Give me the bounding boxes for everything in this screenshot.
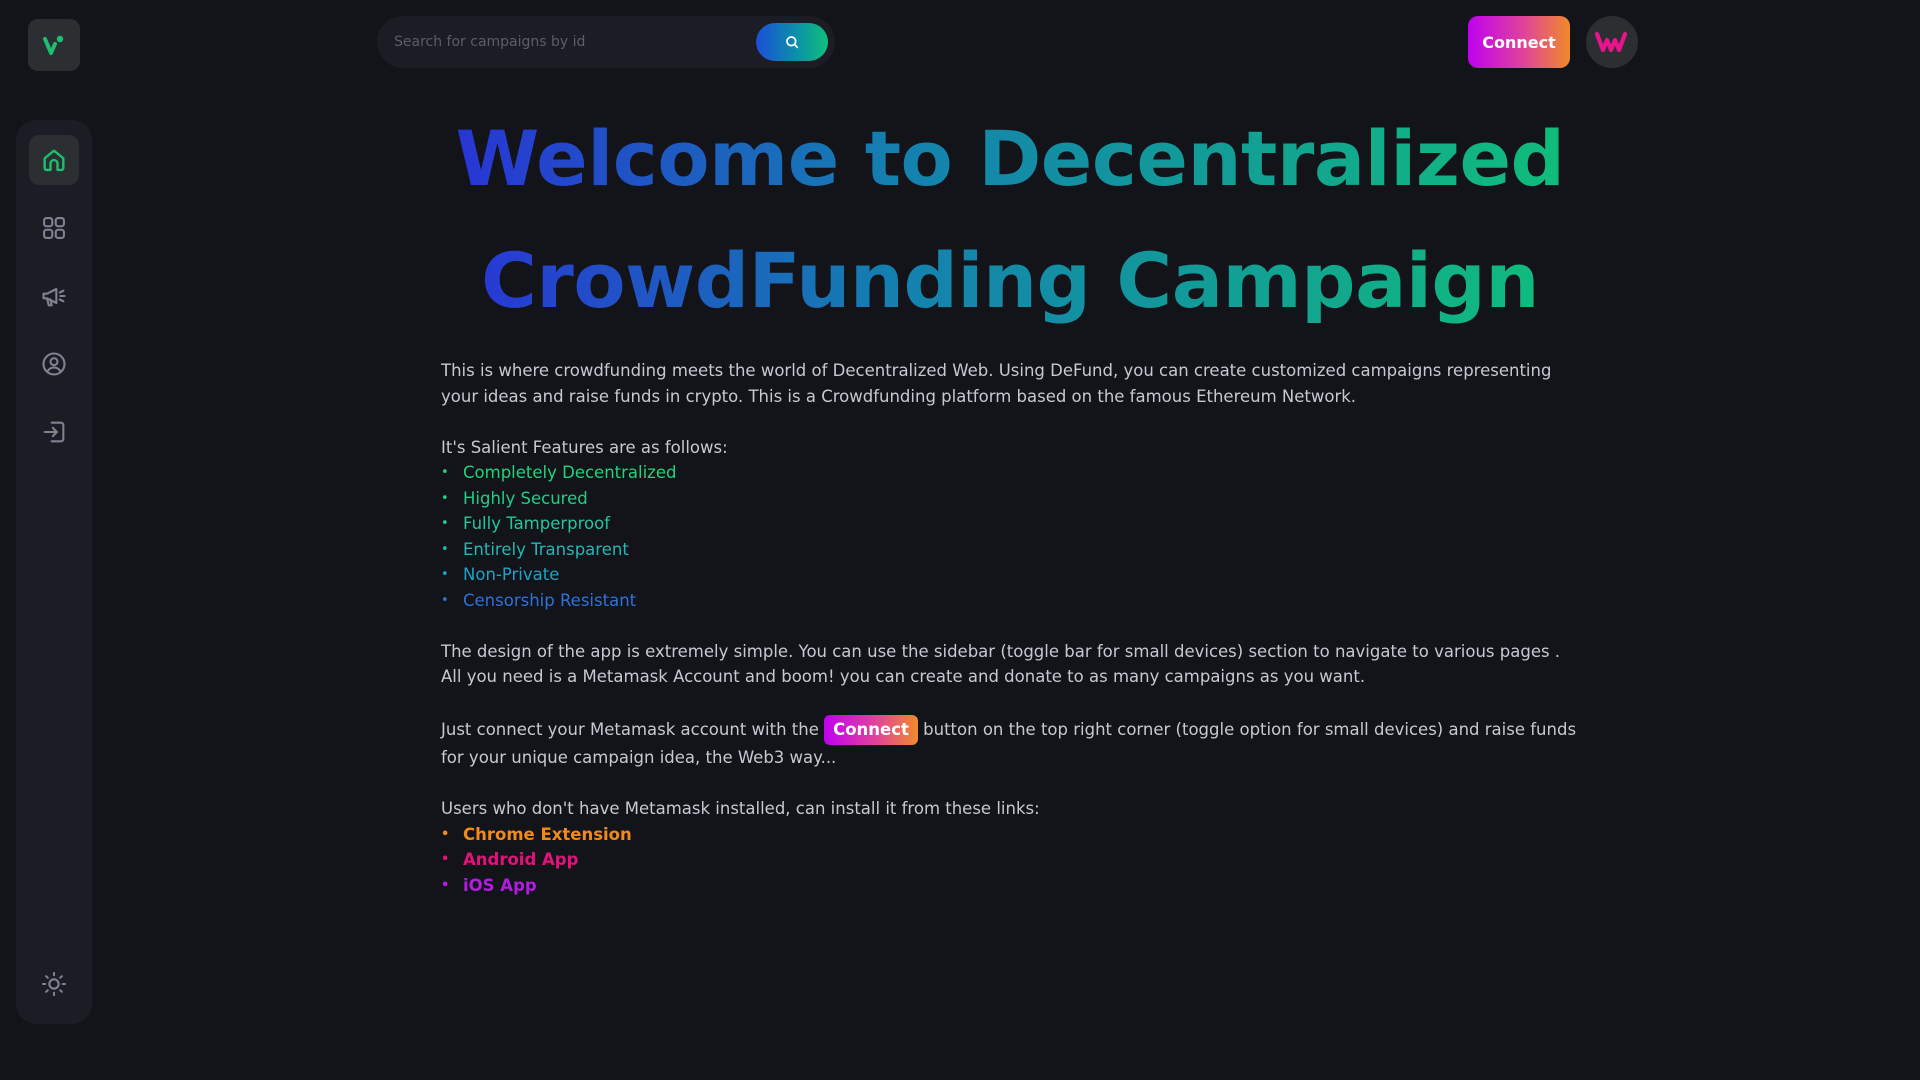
features-heading: It's Salient Features are as follows: [441, 437, 728, 457]
main-content: This is where crowdfunding meets the wor… [441, 358, 1581, 898]
grid-icon [43, 217, 65, 239]
connect-paragraph: Just connect your Metamask account with … [441, 715, 1581, 771]
install-links-list: Chrome Extension Android App iOS App [441, 822, 1581, 899]
search-icon [786, 36, 799, 49]
ios-app-link[interactable]: iOS App [441, 873, 1581, 899]
megaphone-icon [42, 287, 66, 307]
design-paragraph: The design of the app is extremely simpl… [441, 641, 1561, 687]
android-app-link[interactable]: Android App [441, 847, 1581, 873]
feature-item: Entirely Transparent [441, 537, 1581, 563]
sidebar-item-profile[interactable] [29, 339, 79, 389]
search-button[interactable] [756, 23, 828, 61]
page-title-line-2: CrowdFunding Campaign [481, 236, 1539, 325]
chrome-extension-link[interactable]: Chrome Extension [441, 822, 1581, 848]
connect-text-before: Just connect your Metamask account with … [441, 720, 819, 739]
home-icon [43, 149, 65, 172]
page-title-line-1: Welcome to Decentralized [455, 114, 1565, 203]
sun-icon [41, 971, 67, 997]
avatar[interactable] [1586, 16, 1638, 68]
logout-icon [43, 421, 65, 443]
feature-item: Highly Secured [441, 486, 1581, 512]
search-input[interactable] [377, 16, 756, 68]
page-title: Welcome to Decentralized CrowdFunding Ca… [420, 98, 1600, 342]
install-heading: Users who don't have Metamask installed,… [441, 799, 1040, 818]
sidebar-item-campaigns[interactable] [29, 203, 79, 253]
sidebar-item-create-campaign[interactable] [29, 271, 79, 321]
sidebar-item-logout[interactable] [29, 407, 79, 457]
connect-button[interactable]: Connect [1468, 16, 1570, 68]
sidebar-item-dashboard[interactable] [29, 135, 79, 185]
inline-connect-badge: Connect [824, 715, 918, 745]
theme-toggle-button[interactable] [29, 959, 79, 1009]
features-list: Completely Decentralized Highly Secured … [441, 460, 1581, 613]
logo-icon [43, 35, 64, 55]
feature-item: Completely Decentralized [441, 460, 1581, 486]
profile-logo-icon [1595, 31, 1628, 53]
feature-item: Fully Tamperproof [441, 511, 1581, 537]
intro-paragraph: This is where crowdfunding meets the wor… [441, 361, 1552, 406]
search-bar [377, 16, 835, 68]
app-logo[interactable] [28, 19, 80, 71]
feature-item: Non-Private [441, 562, 1581, 588]
sidebar [16, 120, 92, 1024]
feature-item: Censorship Resistant [441, 588, 1581, 614]
user-circle-icon [42, 352, 66, 376]
